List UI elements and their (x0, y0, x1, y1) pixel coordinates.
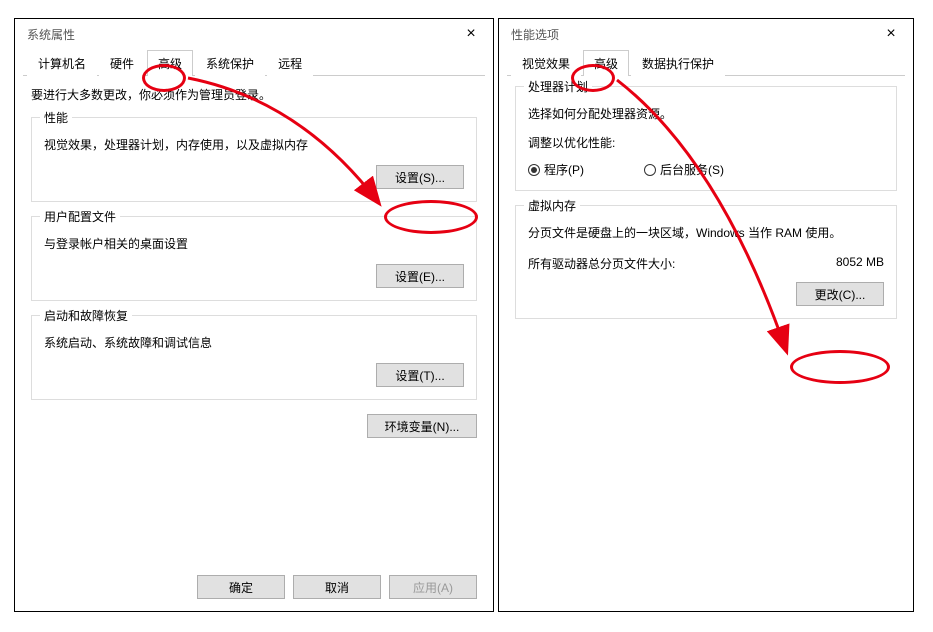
performance-options-window: 性能选项 × 视觉效果 高级 数据执行保护 处理器计划 选择如何分配处理器资源。… (498, 18, 914, 612)
tab-computer-name[interactable]: 计算机名 (27, 50, 97, 76)
user-profiles-settings-button[interactable]: 设置(E)... (376, 264, 464, 288)
user-profiles-desc: 与登录帐户相关的桌面设置 (44, 235, 464, 252)
window-title: 性能选项 (511, 26, 559, 43)
radio-background-services[interactable]: 后台服务(S) (644, 161, 724, 178)
user-profiles-title: 用户配置文件 (40, 208, 120, 225)
performance-group: 性能 视觉效果，处理器计划，内存使用，以及虚拟内存 设置(S)... (31, 117, 477, 202)
processor-scheduling-title: 处理器计划 (524, 78, 592, 95)
radio-dot-icon (528, 164, 540, 176)
adjust-label: 调整以优化性能: (528, 134, 884, 151)
radio-programs-label: 程序(P) (544, 161, 584, 178)
processor-scheduling-group: 处理器计划 选择如何分配处理器资源。 调整以优化性能: 程序(P) 后台服务(S… (515, 86, 897, 191)
virtual-memory-title: 虚拟内存 (524, 197, 580, 214)
close-icon[interactable]: × (877, 20, 905, 48)
tab-system-protection[interactable]: 系统保护 (195, 50, 265, 76)
ok-button[interactable]: 确定 (197, 575, 285, 599)
tab-advanced[interactable]: 高级 (147, 50, 193, 76)
radio-background-label: 后台服务(S) (660, 161, 724, 178)
startup-group: 启动和故障恢复 系统启动、系统故障和调试信息 设置(T)... (31, 315, 477, 400)
window-title: 系统属性 (27, 26, 75, 43)
tab-hardware[interactable]: 硬件 (99, 50, 145, 76)
tab-dep[interactable]: 数据执行保护 (631, 50, 725, 76)
virtual-memory-group: 虚拟内存 分页文件是硬盘上的一块区域，Windows 当作 RAM 使用。 所有… (515, 205, 897, 319)
tabs: 计算机名 硬件 高级 系统保护 远程 (23, 49, 485, 76)
startup-settings-button[interactable]: 设置(T)... (376, 363, 464, 387)
titlebar: 系统属性 × (15, 19, 493, 49)
radio-dot-icon (644, 164, 656, 176)
dialog-buttons: 确定 取消 应用(A) (189, 575, 477, 599)
tab-remote[interactable]: 远程 (267, 50, 313, 76)
admin-note: 要进行大多数更改，你必须作为管理员登录。 (31, 86, 477, 103)
paging-total-label: 所有驱动器总分页文件大小: (528, 255, 675, 272)
apply-button[interactable]: 应用(A) (389, 575, 477, 599)
tabs: 视觉效果 高级 数据执行保护 (507, 49, 905, 76)
tab-advanced[interactable]: 高级 (583, 50, 629, 76)
close-icon[interactable]: × (457, 20, 485, 48)
paging-total-value: 8052 MB (836, 255, 884, 272)
system-properties-window: 系统属性 × 计算机名 硬件 高级 系统保护 远程 要进行大多数更改，你必须作为… (14, 18, 494, 612)
change-virtual-memory-button[interactable]: 更改(C)... (796, 282, 884, 306)
startup-title: 启动和故障恢复 (40, 307, 132, 324)
virtual-memory-desc: 分页文件是硬盘上的一块区域，Windows 当作 RAM 使用。 (528, 224, 884, 241)
user-profiles-group: 用户配置文件 与登录帐户相关的桌面设置 设置(E)... (31, 216, 477, 301)
radio-programs[interactable]: 程序(P) (528, 161, 584, 178)
startup-desc: 系统启动、系统故障和调试信息 (44, 334, 464, 351)
env-vars-button[interactable]: 环境变量(N)... (367, 414, 477, 438)
performance-title: 性能 (40, 109, 72, 126)
processor-scheduling-desc: 选择如何分配处理器资源。 (528, 105, 884, 122)
body: 处理器计划 选择如何分配处理器资源。 调整以优化性能: 程序(P) 后台服务(S… (499, 76, 913, 343)
tab-visual-effects[interactable]: 视觉效果 (511, 50, 581, 76)
body: 要进行大多数更改，你必须作为管理员登录。 性能 视觉效果，处理器计划，内存使用，… (15, 76, 493, 448)
performance-settings-button[interactable]: 设置(S)... (376, 165, 464, 189)
performance-desc: 视觉效果，处理器计划，内存使用，以及虚拟内存 (44, 136, 464, 153)
cancel-button[interactable]: 取消 (293, 575, 381, 599)
titlebar: 性能选项 × (499, 19, 913, 49)
